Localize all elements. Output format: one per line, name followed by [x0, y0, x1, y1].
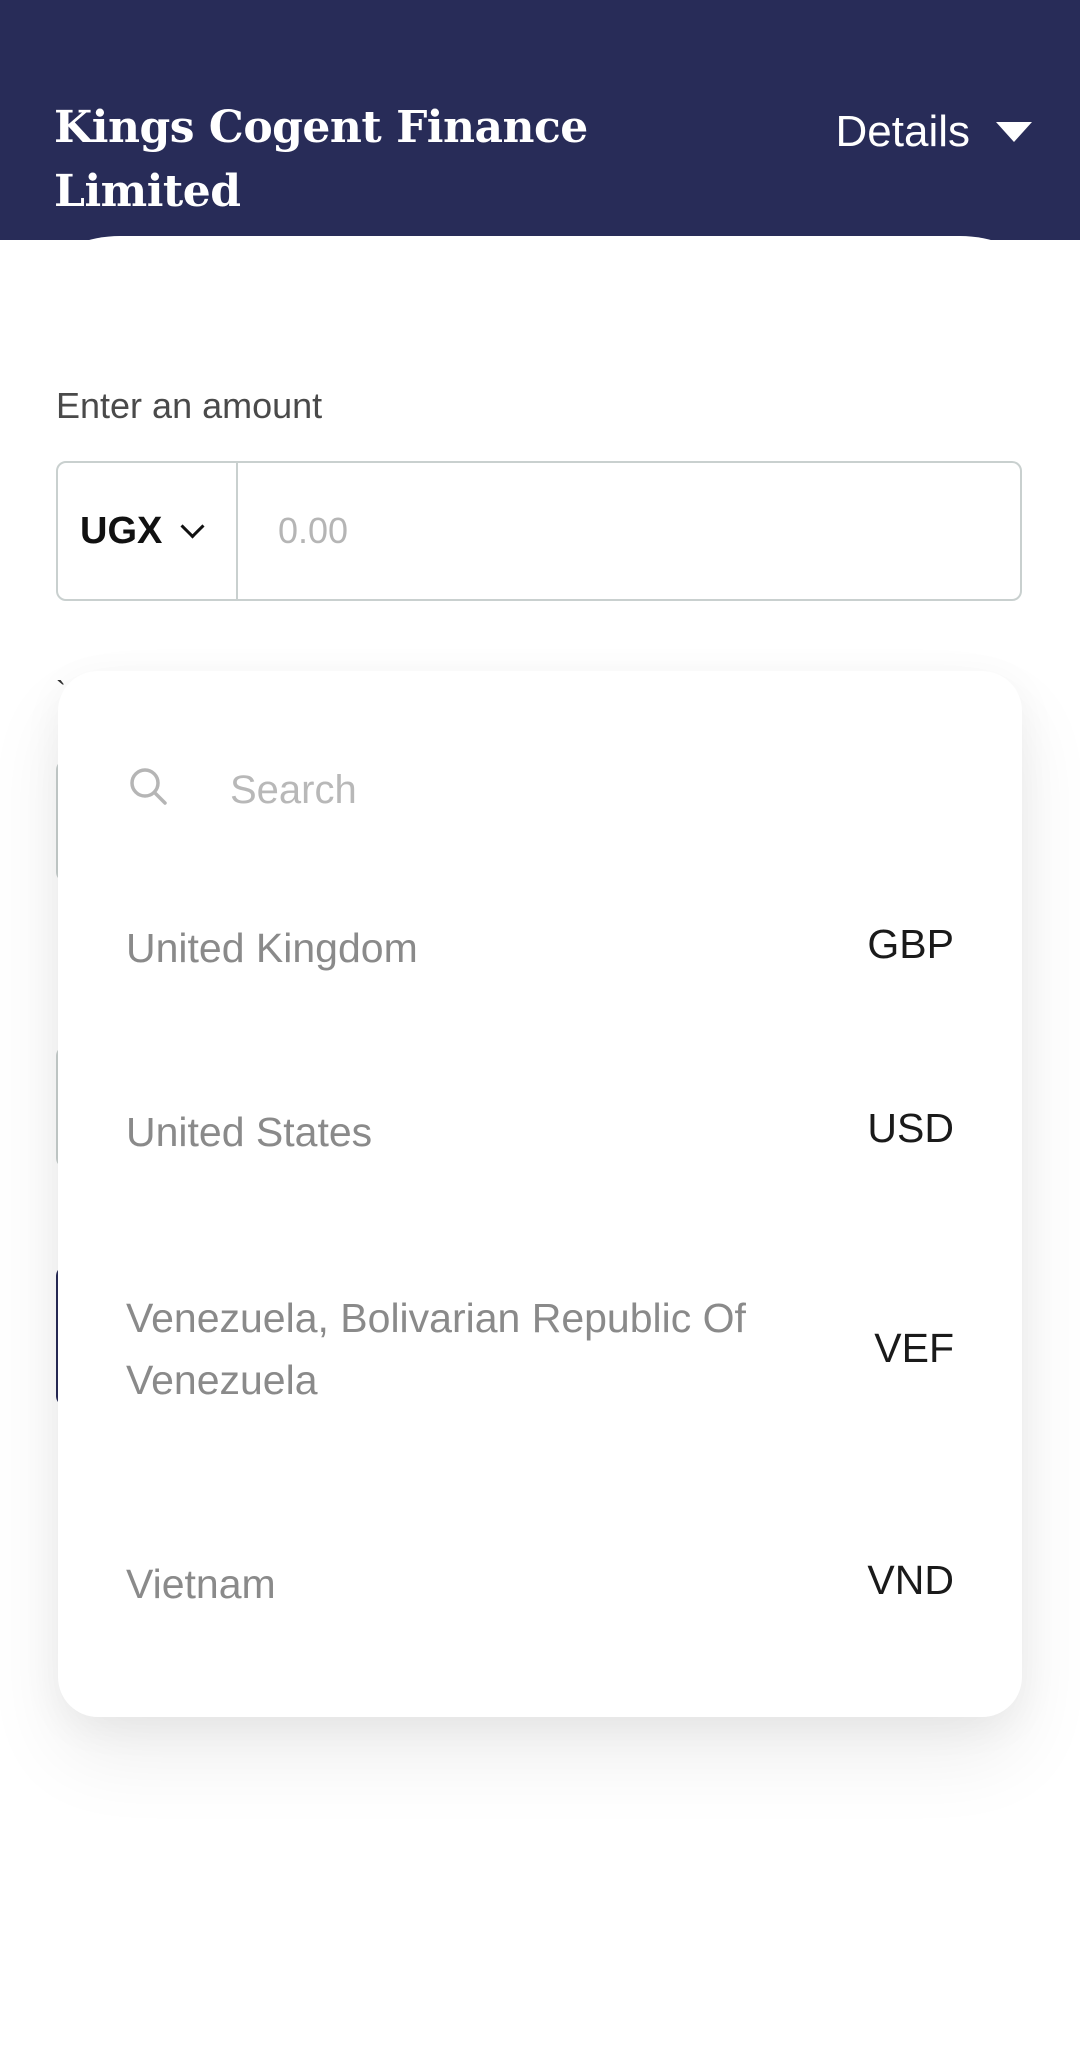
currency-option-vef[interactable]: Venezuela, Bolivarian Republic Of Venezu… [58, 1225, 1022, 1475]
caret-down-icon [996, 122, 1032, 142]
option-code: VND [867, 1557, 954, 1603]
currency-option-gbp[interactable]: United Kingdom GBP [58, 857, 1022, 1041]
brand-title: Kings Cogent Finance Limited [54, 102, 588, 217]
amount-field: UGX [56, 461, 1022, 601]
option-code: VEF [874, 1325, 954, 1371]
details-label: Details [835, 107, 971, 156]
app-header: Kings Cogent Finance Limited Details [0, 0, 1080, 240]
currency-value: UGX [80, 509, 163, 552]
option-country: United Kingdom [126, 925, 418, 971]
details-toggle[interactable]: Details [835, 104, 1032, 160]
amount-input[interactable] [238, 463, 1020, 599]
chevron-down-icon [180, 513, 205, 539]
option-code: GBP [867, 921, 954, 967]
currency-dropdown: United Kingdom GBP United States USD Ven… [58, 671, 1022, 1717]
search-icon [130, 768, 167, 805]
option-country: United States [126, 1109, 373, 1155]
option-country: Venezuela, Bolivarian Republic Of Venezu… [126, 1295, 746, 1403]
currency-select[interactable]: UGX [58, 463, 238, 599]
search-input[interactable] [228, 759, 932, 821]
currency-option-usd[interactable]: United States USD [58, 1041, 1022, 1225]
search-row [58, 671, 1022, 861]
amount-label: Enter an amount [56, 385, 323, 426]
option-country: Vietnam [126, 1561, 276, 1607]
currency-option-vnd[interactable]: Vietnam VND [58, 1475, 1022, 1675]
option-code: USD [867, 1105, 954, 1151]
